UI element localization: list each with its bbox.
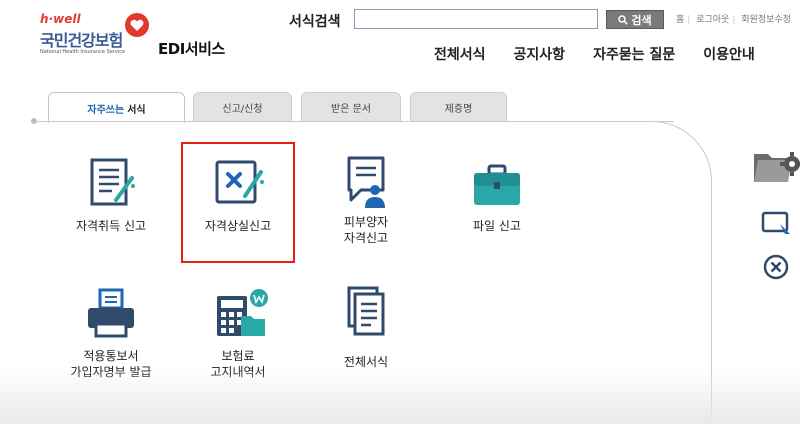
menu-label: 피부양자 자격신고 (343, 215, 389, 245)
speech-person-icon (347, 156, 385, 208)
tab-received-docs[interactable]: 받은 문서 (301, 92, 401, 121)
tab-frequent-label-em: 서식 (127, 104, 146, 116)
menu-label: 자격취득 신고 (75, 219, 147, 233)
document-pen-icon (90, 158, 135, 206)
menu-label: 파일 신고 (473, 219, 521, 233)
panel-divider (34, 121, 674, 122)
logo-english: National Health Insurance Service (40, 49, 126, 55)
tab-frequent-label: 자주쓰는 (87, 104, 125, 116)
window-cursor-icon[interactable] (760, 210, 794, 240)
menu-notice-roster-issue[interactable]: 적용통보서 가입자명부 발급 (56, 282, 166, 380)
util-links: 홈 | 로그아웃 | 회원정보수정 (676, 15, 791, 25)
search-label: 서식검색 (289, 14, 341, 30)
search-input[interactable] (354, 9, 598, 29)
menu-qualification-loss[interactable]: 자격상실신고 (183, 150, 293, 234)
menu-qualification-acquire[interactable]: 자격취득 신고 (56, 150, 166, 234)
search-icon (618, 14, 629, 25)
tab-certificates[interactable]: 제증명 (410, 92, 507, 121)
nav-faq[interactable]: 자주묻는 질문 (593, 44, 675, 64)
menu-file-report[interactable]: 파일 신고 (442, 150, 552, 234)
folder-gear-icon[interactable] (752, 142, 800, 186)
home-link[interactable]: 홈 (676, 15, 684, 25)
search-button[interactable]: 검색 (606, 10, 664, 29)
printer-icon (88, 288, 134, 338)
nav-guide[interactable]: 이용안내 (703, 44, 755, 64)
service-name: EDI서비스 (158, 40, 225, 58)
tab-frequent-forms[interactable]: 자주쓰는 서식 (48, 92, 185, 123)
menu-label: 자격상실신고 (204, 219, 272, 233)
calculator-folder-icon (217, 289, 268, 336)
logout-link[interactable]: 로그아웃 (696, 15, 729, 25)
bottom-fade (0, 368, 800, 424)
document-x-icon (215, 160, 264, 204)
main-nav: 전체서식 공지사항 자주묻는 질문 이용안내 (434, 44, 783, 64)
documents-stack-icon (347, 286, 385, 336)
edit-profile-link[interactable]: 회원정보수정 (741, 15, 791, 25)
menu-dependent-qualification[interactable]: 피부양자 자격신고 (311, 150, 421, 246)
heart-icon (125, 13, 149, 37)
close-circle-icon[interactable] (762, 253, 790, 281)
nav-all-forms[interactable]: 전체서식 (434, 44, 486, 64)
menu-all-forms[interactable]: 전체서식 (311, 282, 421, 370)
logo-name: 국민건강보험 (40, 31, 123, 50)
tab-report-apply[interactable]: 신고/신청 (193, 92, 292, 121)
nav-notices[interactable]: 공지사항 (514, 44, 566, 64)
briefcase-icon (474, 164, 520, 205)
nhis-logo[interactable]: h·well 국민건강보험 National Health Insurance … (36, 12, 166, 64)
menu-premium-notice[interactable]: 보험료 고지내역서 (183, 282, 293, 380)
logo-tagline: h·well (40, 12, 81, 26)
search-button-label: 검색 (631, 13, 652, 27)
